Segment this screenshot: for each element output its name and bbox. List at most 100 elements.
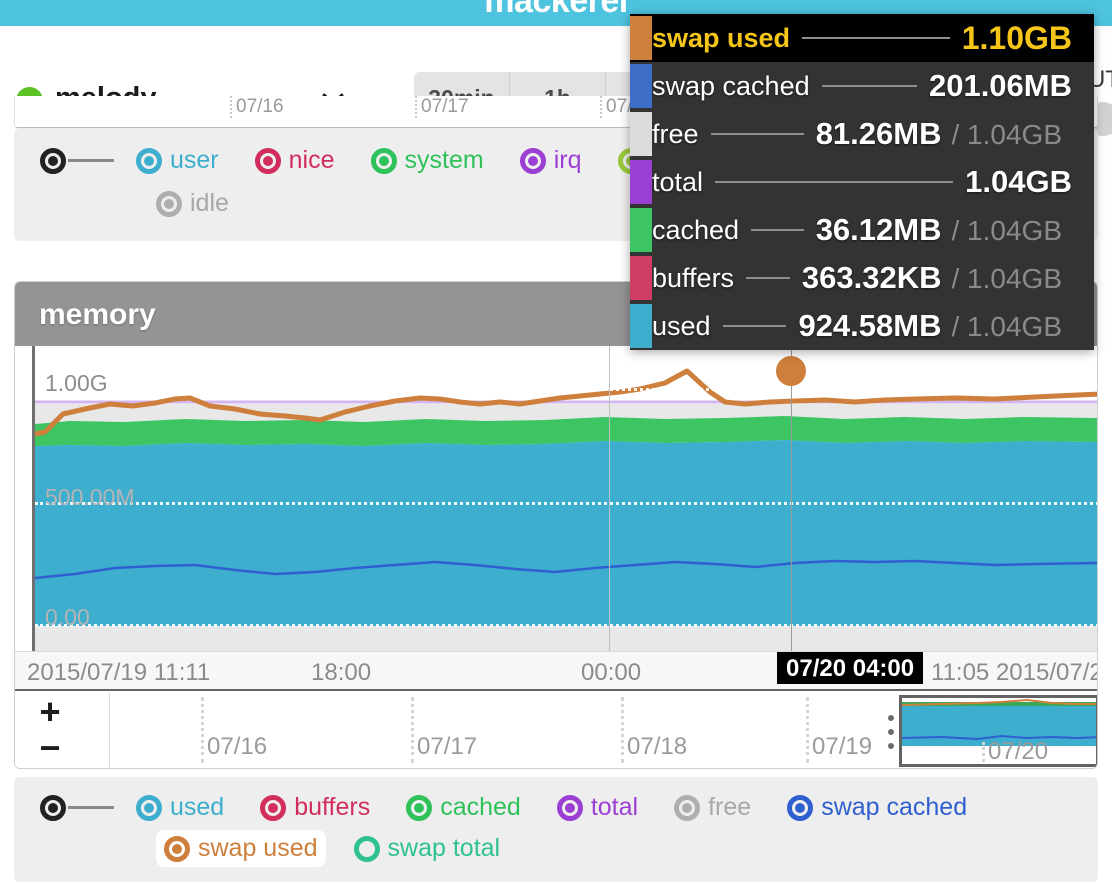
legend-item-buffers[interactable]: buffers <box>252 789 378 826</box>
cpu-axis-label: 07/17 <box>421 96 469 118</box>
tooltip-total-used: / 1.04GB <box>941 311 1078 343</box>
tooltip-leader-line <box>746 277 790 279</box>
tooltip-row-swap-used: swap used 1.10GB <box>630 14 1094 62</box>
legend-dash-divider <box>68 806 114 809</box>
legend-item-idle[interactable]: idle <box>148 185 237 222</box>
y-axis-line <box>32 346 35 651</box>
x-axis-label-end: 11:05 2015/07/20 <box>931 659 1098 687</box>
tooltip-swatch-used <box>630 304 652 348</box>
tooltip-name-used: used <box>652 311 711 342</box>
tooltip-name-swap-cached: swap cached <box>652 71 810 102</box>
legend-item-nice[interactable]: nice <box>247 142 343 179</box>
tooltip-value-free: 81.26MB <box>816 116 942 152</box>
cpu-axis-tick <box>230 96 232 118</box>
legend-dot-user-icon <box>136 148 162 174</box>
navigator-label-0716: 07/16 <box>207 733 267 761</box>
navigator-zoom-controls: + − <box>15 693 110 769</box>
legend-item-swap-used[interactable]: swap used <box>156 830 326 867</box>
legend-dot-irq-icon <box>520 148 546 174</box>
gridline-vertical-0000 <box>609 346 610 651</box>
cursor-data-point-marker <box>776 356 806 386</box>
memory-graph-title: memory <box>39 298 156 332</box>
legend-item-cached[interactable]: cached <box>398 789 529 826</box>
legend-item-swap-cached[interactable]: swap cached <box>779 789 975 826</box>
navigator-selection-window[interactable]: 07/20 <box>899 695 1098 767</box>
memory-graph-panel: memory 2 <box>14 281 1098 769</box>
navigator-tick <box>806 697 809 763</box>
legend-label-buffers: buffers <box>294 793 370 822</box>
navigator-label-0720: 07/20 <box>988 738 1048 766</box>
range-navigator[interactable]: + − 07/16 07/17 07/18 07/19 07/20 <box>15 693 1098 769</box>
legend-item-swap-total[interactable]: swap total <box>346 830 509 867</box>
tooltip-leader-line <box>822 85 917 87</box>
gridline-1g <box>35 388 1098 391</box>
legend-label-swap-cached: swap cached <box>821 793 967 822</box>
legend-dot-system-icon <box>371 148 397 174</box>
tooltip-total-buffers: / 1.04GB <box>941 263 1078 295</box>
tooltip-total-cached: / 1.04GB <box>941 215 1078 247</box>
navigator-tick <box>621 697 624 763</box>
legend-dot-buffers-icon <box>260 795 286 821</box>
tooltip-leader-line <box>711 133 804 135</box>
legend-dot-swap-total-icon <box>354 836 380 862</box>
legend-item-used[interactable]: used <box>128 789 232 826</box>
cursor-crosshair-line <box>791 346 792 651</box>
navigator-selection-tick <box>982 742 985 767</box>
legend-item-free[interactable]: free <box>666 789 759 826</box>
legend-label-idle: idle <box>190 189 229 218</box>
x-axis-label-0000: 00:00 <box>581 659 641 687</box>
x-axis-label-start: 2015/07/19 11:11 <box>27 659 210 687</box>
navigator-tick <box>201 697 204 763</box>
navigator-tick <box>411 697 414 763</box>
tooltip-value-swap-cached: 201.06MB <box>929 68 1072 104</box>
legend-dot-nice-icon <box>255 148 281 174</box>
tooltip-swatch-free <box>630 112 652 156</box>
memory-plot-area[interactable]: 1.00G 500.00M 0.00 <box>15 346 1098 651</box>
x-axis-label-1800: 18:00 <box>311 659 371 687</box>
tooltip-value-total: 1.04GB <box>965 164 1072 200</box>
navigator-handle-left[interactable] <box>888 715 896 749</box>
legend-dot-swap-cached-icon <box>787 795 813 821</box>
tooltip-value-swap-used: 1.10GB <box>962 20 1072 57</box>
tooltip-total-free: / 1.04GB <box>941 119 1078 151</box>
legend-label-cached: cached <box>440 793 521 822</box>
y-axis-label-1g: 1.00G <box>45 370 108 397</box>
memory-series-svg <box>15 346 1098 651</box>
legend-label-nice: nice <box>289 146 335 175</box>
tooltip-leader-line <box>802 37 950 39</box>
tooltip-name-cached: cached <box>652 215 739 246</box>
tooltip-row-total: total 1.04GB <box>630 158 1094 206</box>
legend-dash-divider <box>68 159 114 162</box>
tooltip-name-swap-used: swap used <box>652 23 790 54</box>
cpu-axis-label: 07/16 <box>236 96 284 118</box>
legend-toggle-all-icon[interactable] <box>40 795 66 821</box>
gridline-0 <box>35 624 1098 627</box>
tooltip-row-used: used 924.58MB / 1.04GB <box>630 302 1094 350</box>
legend-label-used: used <box>170 793 224 822</box>
tooltip-swatch-total <box>630 160 652 204</box>
legend-item-irq[interactable]: irq <box>512 142 590 179</box>
tooltip-swatch-swap-cached <box>630 64 652 108</box>
memory-legend: used buffers cached total free swap cach… <box>14 777 1098 882</box>
tooltip-row-free: free 81.26MB / 1.04GB <box>630 110 1094 158</box>
navigator-label-0717: 07/17 <box>417 733 477 761</box>
memory-x-axis: 2015/07/19 11:11 18:00 00:00 07/20 04:00… <box>15 651 1098 691</box>
legend-toggle-all-icon[interactable] <box>40 148 66 174</box>
zoom-in-button[interactable]: + <box>33 699 67 729</box>
legend-label-user: user <box>170 146 219 175</box>
legend-label-swap-total: swap total <box>388 834 501 863</box>
legend-label-free: free <box>708 793 751 822</box>
legend-label-swap-used: swap used <box>198 834 318 863</box>
tooltip-leader-line <box>723 325 787 327</box>
legend-item-user[interactable]: user <box>128 142 227 179</box>
legend-item-system[interactable]: system <box>363 142 492 179</box>
legend-dot-free-icon <box>674 795 700 821</box>
tooltip-leader-line <box>751 229 804 231</box>
cpu-axis-tick <box>415 96 417 118</box>
tooltip-row-swap-cached: swap cached 201.06MB <box>630 62 1094 110</box>
legend-item-total[interactable]: total <box>549 789 646 826</box>
mackerel-logo: mackerel <box>484 0 627 21</box>
zoom-out-button[interactable]: − <box>33 735 67 765</box>
tooltip-value-buffers: 363.32KB <box>802 260 942 296</box>
cpu-axis-tick <box>600 96 602 118</box>
